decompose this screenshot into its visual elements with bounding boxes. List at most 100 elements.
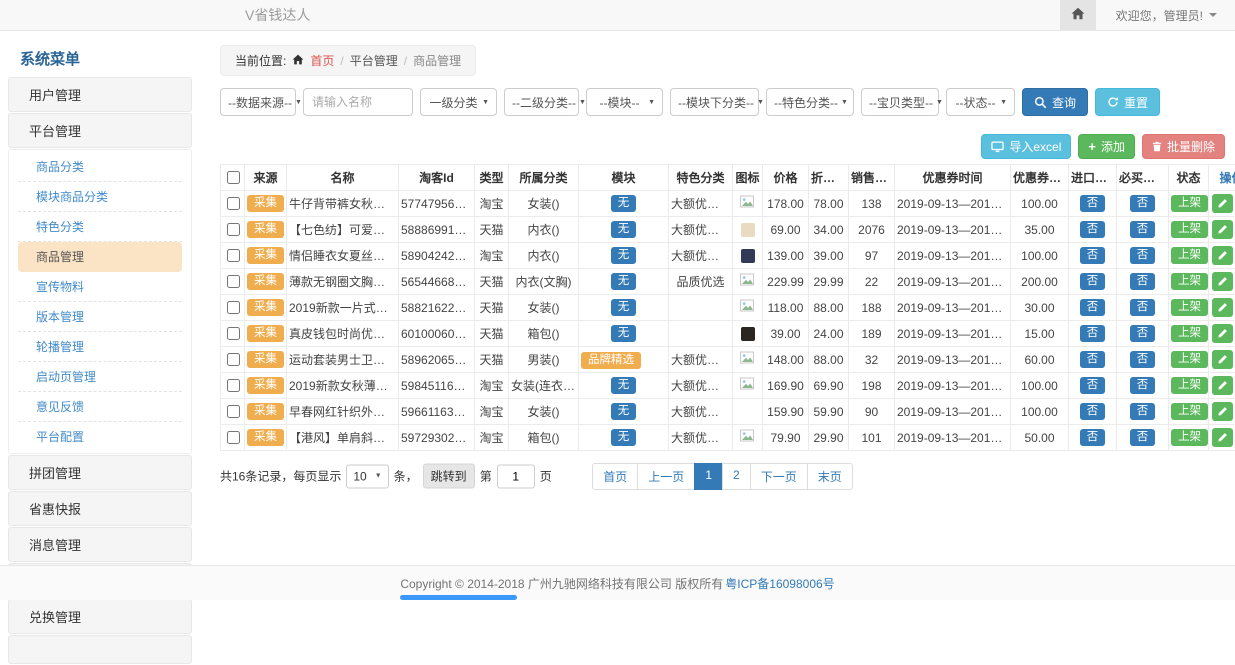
name-search-input[interactable] xyxy=(303,88,413,116)
home-icon xyxy=(1071,7,1085,23)
must-buy-badge[interactable]: 否 xyxy=(1130,377,1156,394)
select-all-checkbox[interactable] xyxy=(227,171,240,184)
must-buy-badge[interactable]: 否 xyxy=(1130,429,1156,446)
filter-select-3[interactable]: --二级分类--▼ xyxy=(504,88,579,116)
edit-button[interactable] xyxy=(1212,272,1233,291)
import-select-badge[interactable]: 否 xyxy=(1080,351,1106,368)
must-buy-badge[interactable]: 否 xyxy=(1130,195,1156,212)
filter-select-0[interactable]: --数据来源--▼ xyxy=(220,88,296,116)
status-badge[interactable]: 上架 xyxy=(1171,429,1208,446)
sidebar-subitem-9[interactable]: 启动页管理 xyxy=(18,362,182,392)
must-buy-badge[interactable]: 否 xyxy=(1130,325,1156,342)
must-buy-badge[interactable]: 否 xyxy=(1130,247,1156,264)
row-checkbox[interactable] xyxy=(227,353,240,366)
sidebar-subitem-3[interactable]: 模块商品分类 xyxy=(18,182,182,212)
import-select-badge[interactable]: 否 xyxy=(1080,195,1106,212)
home-button[interactable] xyxy=(1060,0,1096,30)
per-page-select[interactable]: 10 ▼ xyxy=(346,464,388,488)
row-checkbox[interactable] xyxy=(227,405,240,418)
row-checkbox[interactable] xyxy=(227,223,240,236)
edit-button[interactable] xyxy=(1212,324,1233,343)
import-select-badge[interactable]: 否 xyxy=(1080,403,1106,420)
pager-first[interactable]: 首页 xyxy=(592,463,638,490)
edit-button[interactable] xyxy=(1212,220,1233,239)
row-checkbox[interactable] xyxy=(227,275,240,288)
pager-page-2[interactable]: 2 xyxy=(722,463,751,490)
edit-button[interactable] xyxy=(1212,428,1233,447)
reset-button[interactable]: 重置 xyxy=(1095,88,1160,116)
jump-page-input[interactable] xyxy=(497,464,535,488)
edit-button[interactable] xyxy=(1212,246,1233,265)
must-buy-badge[interactable]: 否 xyxy=(1130,299,1156,316)
edit-button[interactable] xyxy=(1212,194,1233,213)
filter-select-8[interactable]: --状态--▼ xyxy=(946,88,1015,116)
status-badge[interactable]: 上架 xyxy=(1171,325,1208,342)
add-button[interactable]: + 添加 xyxy=(1078,134,1135,159)
row-checkbox[interactable] xyxy=(227,379,240,392)
sidebar-item-0[interactable]: 用户管理 xyxy=(8,77,192,112)
status-badge[interactable]: 上架 xyxy=(1171,299,1208,316)
pager-next[interactable]: 下一页 xyxy=(750,463,808,490)
jump-button[interactable]: 跳转到 xyxy=(423,464,475,489)
status-badge[interactable]: 上架 xyxy=(1171,377,1208,394)
import-select-badge[interactable]: 否 xyxy=(1080,221,1106,238)
user-menu[interactable]: 欢迎您，管理员! xyxy=(1096,7,1235,24)
pager-page-1[interactable]: 1 xyxy=(694,463,723,490)
search-button[interactable]: 查询 xyxy=(1022,88,1088,116)
sidebar-item-13[interactable]: 省惠快报 xyxy=(8,491,192,526)
import-excel-button[interactable]: 导入excel xyxy=(981,134,1071,159)
must-buy-badge[interactable]: 否 xyxy=(1130,351,1156,368)
sidebar-subitem-8[interactable]: 轮播管理 xyxy=(18,332,182,362)
status-badge[interactable]: 上架 xyxy=(1171,221,1208,238)
filter-select-6[interactable]: --特色分类--▼ xyxy=(766,88,854,116)
edit-button[interactable] xyxy=(1212,298,1233,317)
sidebar-item-12[interactable]: 拼团管理 xyxy=(8,455,192,490)
cell-must-buy: 否 xyxy=(1117,191,1169,217)
row-checkbox[interactable] xyxy=(227,431,240,444)
batch-delete-button[interactable]: 批量删除 xyxy=(1142,134,1225,159)
edit-button[interactable] xyxy=(1212,376,1233,395)
import-select-badge[interactable]: 否 xyxy=(1080,247,1106,264)
filter-select-2[interactable]: 一级分类▼ xyxy=(420,88,497,116)
filter-select-7[interactable]: --宝贝类型--▼ xyxy=(861,88,939,116)
row-checkbox[interactable] xyxy=(227,301,240,314)
sidebar-item-14[interactable]: 消息管理 xyxy=(8,527,192,562)
icp-link[interactable]: 粤ICP备16098006号 xyxy=(725,575,834,592)
status-badge[interactable]: 上架 xyxy=(1171,351,1208,368)
status-badge[interactable]: 上架 xyxy=(1171,247,1208,264)
import-select-badge[interactable]: 否 xyxy=(1080,429,1106,446)
row-checkbox[interactable] xyxy=(227,197,240,210)
sidebar-subitem-4[interactable]: 特色分类 xyxy=(18,212,182,242)
must-buy-badge[interactable]: 否 xyxy=(1130,273,1156,290)
status-badge[interactable]: 上架 xyxy=(1171,195,1208,212)
pager-prev[interactable]: 上一页 xyxy=(637,463,695,490)
sidebar-item-1[interactable]: 平台管理 xyxy=(8,113,192,148)
row-checkbox[interactable] xyxy=(227,249,240,262)
status-badge[interactable]: 上架 xyxy=(1171,403,1208,420)
sidebar-subitem-10[interactable]: 意见反馈 xyxy=(18,392,182,422)
edit-button[interactable] xyxy=(1212,350,1233,369)
cell-name: 早春网红针织外套女春... xyxy=(287,399,399,425)
sidebar-subitem-2[interactable]: 商品分类 xyxy=(18,152,182,182)
must-buy-badge[interactable]: 否 xyxy=(1130,221,1156,238)
horizontal-scrollbar-thumb[interactable] xyxy=(400,595,517,600)
must-buy-badge[interactable]: 否 xyxy=(1130,403,1156,420)
pager-last[interactable]: 末页 xyxy=(807,463,853,490)
breadcrumb-section-link[interactable]: 平台管理 xyxy=(350,52,398,69)
row-checkbox[interactable] xyxy=(227,327,240,340)
sidebar-subitem-11[interactable]: 平台配置 xyxy=(18,422,182,451)
import-select-badge[interactable]: 否 xyxy=(1080,377,1106,394)
sidebar-item-17[interactable] xyxy=(8,635,192,664)
sidebar-subitem-6[interactable]: 宣传物料 xyxy=(18,272,182,302)
import-select-badge[interactable]: 否 xyxy=(1080,273,1106,290)
sidebar-subitem-5[interactable]: 商品管理 xyxy=(18,242,182,272)
filter-select-4[interactable]: --模块--▼ xyxy=(586,88,663,116)
breadcrumb-home-link[interactable]: 首页 xyxy=(310,52,334,69)
filter-select-5[interactable]: --模块下分类--▼ xyxy=(670,88,759,116)
sidebar-subitem-7[interactable]: 版本管理 xyxy=(18,302,182,332)
sidebar-item-16[interactable]: 兑换管理 xyxy=(8,599,192,634)
edit-button[interactable] xyxy=(1212,402,1233,421)
status-badge[interactable]: 上架 xyxy=(1171,273,1208,290)
import-select-badge[interactable]: 否 xyxy=(1080,299,1106,316)
import-select-badge[interactable]: 否 xyxy=(1080,325,1106,342)
